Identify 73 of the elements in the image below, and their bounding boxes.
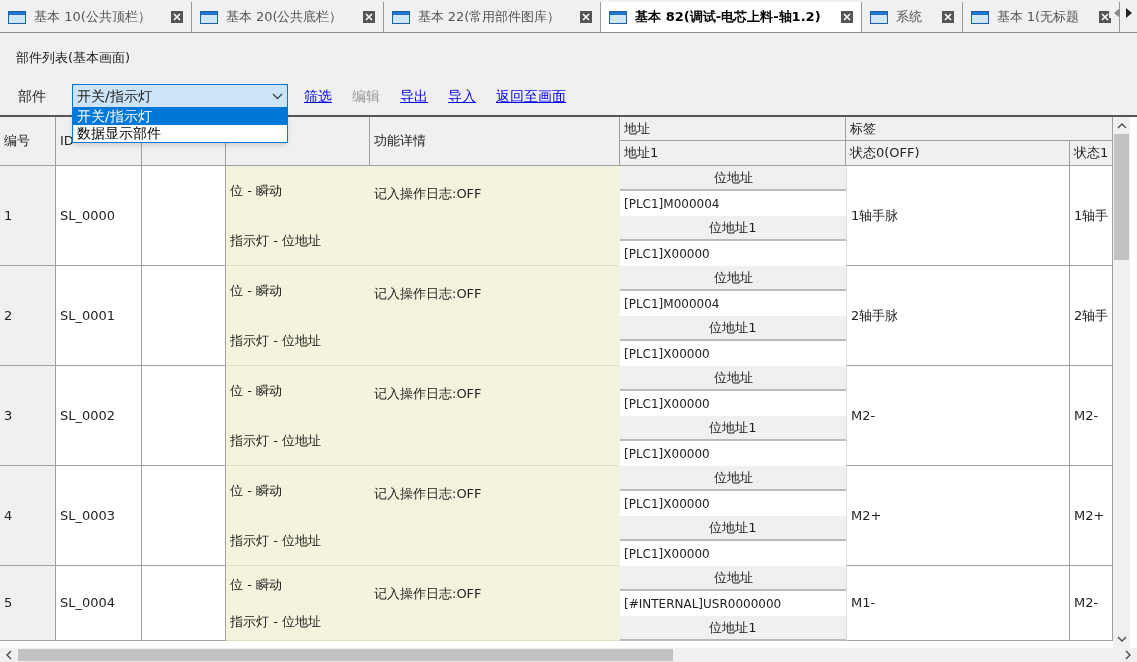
address-label: 位地址1 [620, 516, 846, 541]
scroll-right-icon[interactable] [1125, 8, 1133, 18]
function-detail: 记入操作日志:OFF [374, 286, 482, 301]
function-detail: 记入操作日志:OFF [374, 186, 482, 201]
window-icon [970, 10, 989, 24]
component-label: 部件 [18, 86, 47, 106]
table-cell: 3 [0, 366, 56, 466]
function-detail: 记入操作日志:OFF [374, 386, 482, 401]
column-header: 地址 [620, 117, 846, 141]
address-label: 位地址 [620, 466, 846, 491]
close-icon[interactable] [840, 11, 853, 23]
table-cell: SL_0003 [56, 466, 142, 566]
table-cell: SL_0000 [56, 166, 142, 266]
address-label: 位地址1 [620, 416, 846, 441]
function-detail: 记入操作日志:OFF [374, 586, 482, 601]
window-icon [869, 10, 888, 24]
table-cell: SL_0002 [56, 366, 142, 466]
window-icon [609, 10, 628, 24]
address-label: 位地址1 [620, 616, 846, 641]
function-text: 位 - 瞬动 [230, 182, 283, 200]
toolbar-link[interactable]: 导出 [400, 85, 428, 107]
close-icon[interactable] [580, 11, 593, 23]
function-text: 指示灯 - 位地址 [230, 531, 322, 550]
tab[interactable]: 基本 82(调试-电芯上料-轴1.2) [601, 2, 862, 32]
toolbar-link[interactable]: 返回至画面 [496, 85, 566, 107]
table-cell: M1- [846, 566, 1070, 641]
table-cell: 2轴手脉 [846, 266, 1070, 366]
address-label: 位地址 [620, 166, 846, 191]
dropdown-option[interactable]: 开关/指示灯 [73, 108, 287, 125]
scroll-up-icon[interactable] [1116, 123, 1127, 129]
table-cell: SL_0004 [56, 566, 142, 641]
function-text: 指示灯 - 位地址 [230, 231, 322, 250]
scroll-left-icon[interactable] [6, 650, 12, 660]
table-cell: 5 [0, 566, 56, 641]
table-cell: 4 [0, 466, 56, 566]
toolbar-link[interactable]: 导入 [448, 85, 476, 107]
window-icon [8, 10, 26, 24]
function-text: 指示灯 - 位地址 [230, 431, 322, 450]
scroll-down-icon[interactable] [1116, 636, 1127, 642]
table-cell: 2 [0, 266, 56, 366]
window-icon [391, 10, 410, 24]
panel-title: 部件列表(基本画面) [16, 50, 131, 65]
close-icon[interactable] [170, 11, 183, 23]
scrollbar-thumb[interactable] [1114, 134, 1129, 260]
scrollbar-thumb[interactable] [18, 649, 673, 661]
close-icon[interactable] [941, 11, 954, 23]
function-detail: 记入操作日志:OFF [374, 486, 482, 501]
function-text: 位 - 瞬动 [230, 382, 283, 400]
table-cell: M2+ [846, 466, 1070, 566]
column-header: 状态0(OFF) [846, 141, 1070, 166]
scroll-right-icon[interactable] [1125, 650, 1131, 660]
function-text: 位 - 瞬动 [230, 482, 283, 500]
chevron-down-icon [272, 92, 283, 100]
window-icon [199, 10, 218, 24]
component-select[interactable]: 开关/指示灯 [72, 83, 288, 109]
address-label: 位地址 [620, 266, 846, 291]
address-label: 位地址1 [620, 316, 846, 341]
dropdown-option[interactable]: 数据显示部件 [73, 125, 287, 142]
close-icon[interactable] [362, 11, 375, 23]
function-text: 位 - 瞬动 [230, 575, 283, 594]
function-text: 指示灯 - 位地址 [230, 331, 322, 350]
table-cell: 1轴手脉 [846, 166, 1070, 266]
address-label: 位地址 [620, 366, 846, 391]
function-text: 指示灯 - 位地址 [230, 612, 322, 631]
toolbar-link[interactable]: 筛选 [304, 85, 332, 107]
column-header: 标签 [846, 117, 1113, 141]
table-cell: SL_0001 [56, 266, 142, 366]
address-label: 位地址1 [620, 216, 846, 241]
table-cell: M2- [846, 366, 1070, 466]
address-label: 位地址 [620, 566, 846, 591]
table-cell: 1 [0, 166, 56, 266]
vertical-scrollbar[interactable] [1113, 117, 1130, 648]
function-text: 位 - 瞬动 [230, 282, 283, 300]
